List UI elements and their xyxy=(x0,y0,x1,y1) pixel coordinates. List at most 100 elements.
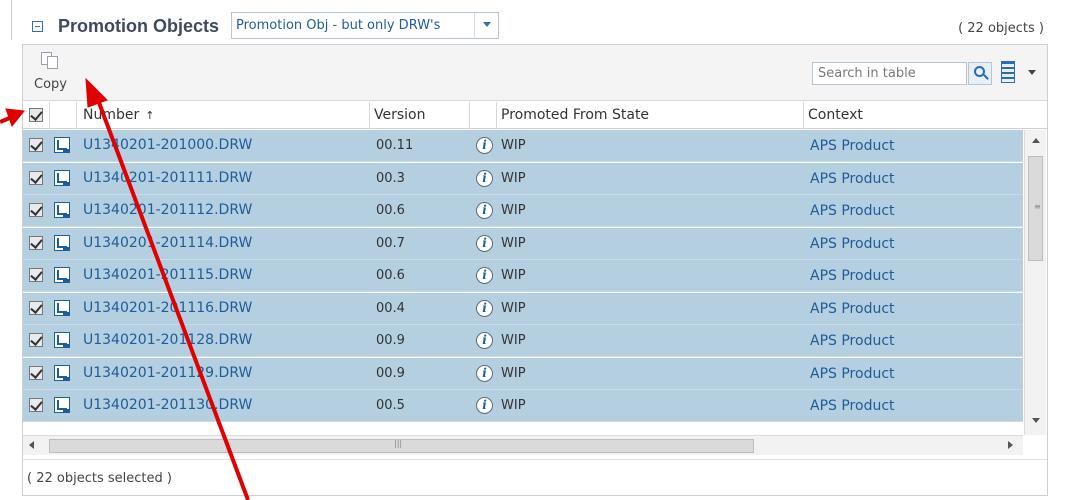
grip-icon: ≡ xyxy=(1034,202,1041,211)
chevron-down-icon[interactable] xyxy=(1028,70,1036,75)
column-header-version-label: Version xyxy=(374,107,426,123)
info-icon[interactable]: i xyxy=(476,169,493,187)
left-divider xyxy=(11,0,12,40)
info-icon[interactable]: i xyxy=(476,299,493,317)
copy-icon xyxy=(41,52,59,70)
table-row[interactable]: U1340201-201130.DRW 00.5 i WIP APS Product xyxy=(23,390,1023,422)
row-number-link[interactable]: U1340201-201128.DRW xyxy=(83,332,252,348)
row-version: 00.3 xyxy=(376,170,405,186)
column-header-context-label: Context xyxy=(808,107,863,123)
row-version: 00.5 xyxy=(376,398,405,413)
table-header: Number ↑ Version Promoted From State Cont… xyxy=(23,102,1047,129)
row-number-link[interactable]: U1340201-201130.DRW xyxy=(83,397,252,413)
row-state: WIP xyxy=(501,398,526,413)
row-context-link[interactable]: APS Product xyxy=(810,333,895,349)
table-row[interactable]: U1340201-201129.DRW 00.9 i WIP APS Product xyxy=(23,357,1023,390)
drawing-icon xyxy=(54,169,70,186)
table-row[interactable]: U1340201-201111.DRW 00.3 i WIP APS Product xyxy=(23,162,1023,195)
row-state: WIP xyxy=(501,268,526,283)
copy-button[interactable]: Copy xyxy=(29,49,73,97)
object-count: ( 22 objects ) xyxy=(958,21,1044,36)
view-selector[interactable]: Promotion Obj - but only DRW's xyxy=(231,12,499,39)
table-row[interactable]: U1340201-201112.DRW 00.6 i WIP APS Product xyxy=(23,195,1023,227)
row-checkbox[interactable] xyxy=(29,235,43,250)
row-checkbox[interactable] xyxy=(29,398,43,412)
horizontal-scrollbar[interactable]: ||| xyxy=(23,435,1023,455)
copy-label: Copy xyxy=(34,77,67,92)
row-context-link[interactable]: APS Product xyxy=(810,398,895,414)
row-number-link[interactable]: U1340201-201115.DRW xyxy=(83,267,252,283)
section-header: Promotion Objects Promotion Obj - but on… xyxy=(22,8,1052,42)
info-icon[interactable]: i xyxy=(476,332,493,349)
drawing-icon xyxy=(54,299,70,316)
info-icon[interactable]: i xyxy=(476,137,493,154)
row-checkbox[interactable] xyxy=(29,268,43,282)
table-footer: ( 22 objects selected ) xyxy=(23,459,1047,495)
row-checkbox[interactable] xyxy=(29,170,43,185)
column-header-number[interactable]: Number ↑ xyxy=(77,102,370,129)
info-icon[interactable]: i xyxy=(476,397,493,414)
row-checkbox[interactable] xyxy=(29,365,43,380)
table-row[interactable]: U1340201-201115.DRW 00.6 i WIP APS Product xyxy=(23,260,1023,292)
info-icon[interactable]: i xyxy=(476,267,493,284)
row-context-link[interactable]: APS Product xyxy=(810,301,895,317)
info-icon[interactable]: i xyxy=(476,202,493,219)
row-context-link[interactable]: APS Product xyxy=(810,236,895,252)
row-checkbox[interactable] xyxy=(29,138,43,152)
row-number-link[interactable]: U1340201-201000.DRW xyxy=(83,137,252,153)
vertical-scrollbar[interactable]: ≡ xyxy=(1024,130,1046,435)
row-version: 00.9 xyxy=(376,333,405,348)
drawing-icon xyxy=(54,332,70,348)
row-number-link[interactable]: U1340201-201114.DRW xyxy=(83,235,252,251)
row-number-link[interactable]: U1340201-201129.DRW xyxy=(83,365,252,381)
row-context-link[interactable]: APS Product xyxy=(810,138,895,154)
column-header-context[interactable]: Context xyxy=(804,102,1047,129)
drawing-icon xyxy=(54,202,70,218)
row-context-link[interactable]: APS Product xyxy=(810,268,895,284)
select-all-cell xyxy=(23,102,50,129)
row-state: WIP xyxy=(501,365,526,381)
column-chooser-icon[interactable] xyxy=(1001,61,1015,83)
row-number-link[interactable]: U1340201-201116.DRW xyxy=(83,300,252,316)
table-row[interactable]: U1340201-201114.DRW 00.7 i WIP APS Product xyxy=(23,227,1023,260)
row-state: WIP xyxy=(501,138,526,153)
type-column-header[interactable] xyxy=(50,102,77,129)
grip-icon: ||| xyxy=(394,439,403,448)
scroll-right-icon[interactable] xyxy=(1008,441,1013,449)
scroll-up-icon[interactable] xyxy=(1032,138,1040,143)
view-selector-value: Promotion Obj - but only DRW's xyxy=(236,18,441,33)
row-context-link[interactable]: APS Product xyxy=(810,171,895,187)
row-context-link[interactable]: APS Product xyxy=(810,203,895,219)
row-checkbox[interactable] xyxy=(29,300,43,315)
row-state: WIP xyxy=(501,203,526,218)
info-icon[interactable]: i xyxy=(476,364,493,382)
table-panel: Copy Number ↑ Version Promoted From State… xyxy=(22,44,1048,496)
row-state: WIP xyxy=(501,300,526,316)
row-context-link[interactable]: APS Product xyxy=(810,366,895,382)
table-row[interactable]: U1340201-201116.DRW 00.4 i WIP APS Product xyxy=(23,292,1023,325)
table-row[interactable]: U1340201-201000.DRW 00.11 i WIP APS Product xyxy=(23,130,1023,162)
selection-status: ( 22 objects selected ) xyxy=(27,471,172,486)
search-box xyxy=(812,62,967,85)
search-input[interactable] xyxy=(813,63,963,84)
row-number-link[interactable]: U1340201-201111.DRW xyxy=(83,170,252,186)
row-version: 00.6 xyxy=(376,203,405,218)
scroll-left-icon[interactable] xyxy=(29,441,34,449)
scroll-down-icon[interactable] xyxy=(1032,418,1040,423)
row-checkbox[interactable] xyxy=(29,203,43,217)
row-version: 00.4 xyxy=(376,300,405,316)
annotation-arrow xyxy=(0,115,13,124)
select-all-checkbox[interactable] xyxy=(29,108,43,122)
chevron-down-icon[interactable] xyxy=(474,13,498,38)
row-checkbox[interactable] xyxy=(29,333,43,347)
info-icon[interactable]: i xyxy=(476,234,493,252)
row-number-link[interactable]: U1340201-201112.DRW xyxy=(83,202,252,218)
drawing-icon xyxy=(54,267,70,283)
search-button[interactable] xyxy=(968,62,992,85)
drawing-icon xyxy=(54,397,70,413)
column-header-promoted-from-state[interactable]: Promoted From State xyxy=(497,102,804,129)
table-row[interactable]: U1340201-201128.DRW 00.9 i WIP APS Product xyxy=(23,325,1023,357)
column-header-version[interactable]: Version xyxy=(370,102,470,129)
collapse-icon[interactable] xyxy=(32,21,43,32)
info-column-header[interactable] xyxy=(470,102,497,129)
